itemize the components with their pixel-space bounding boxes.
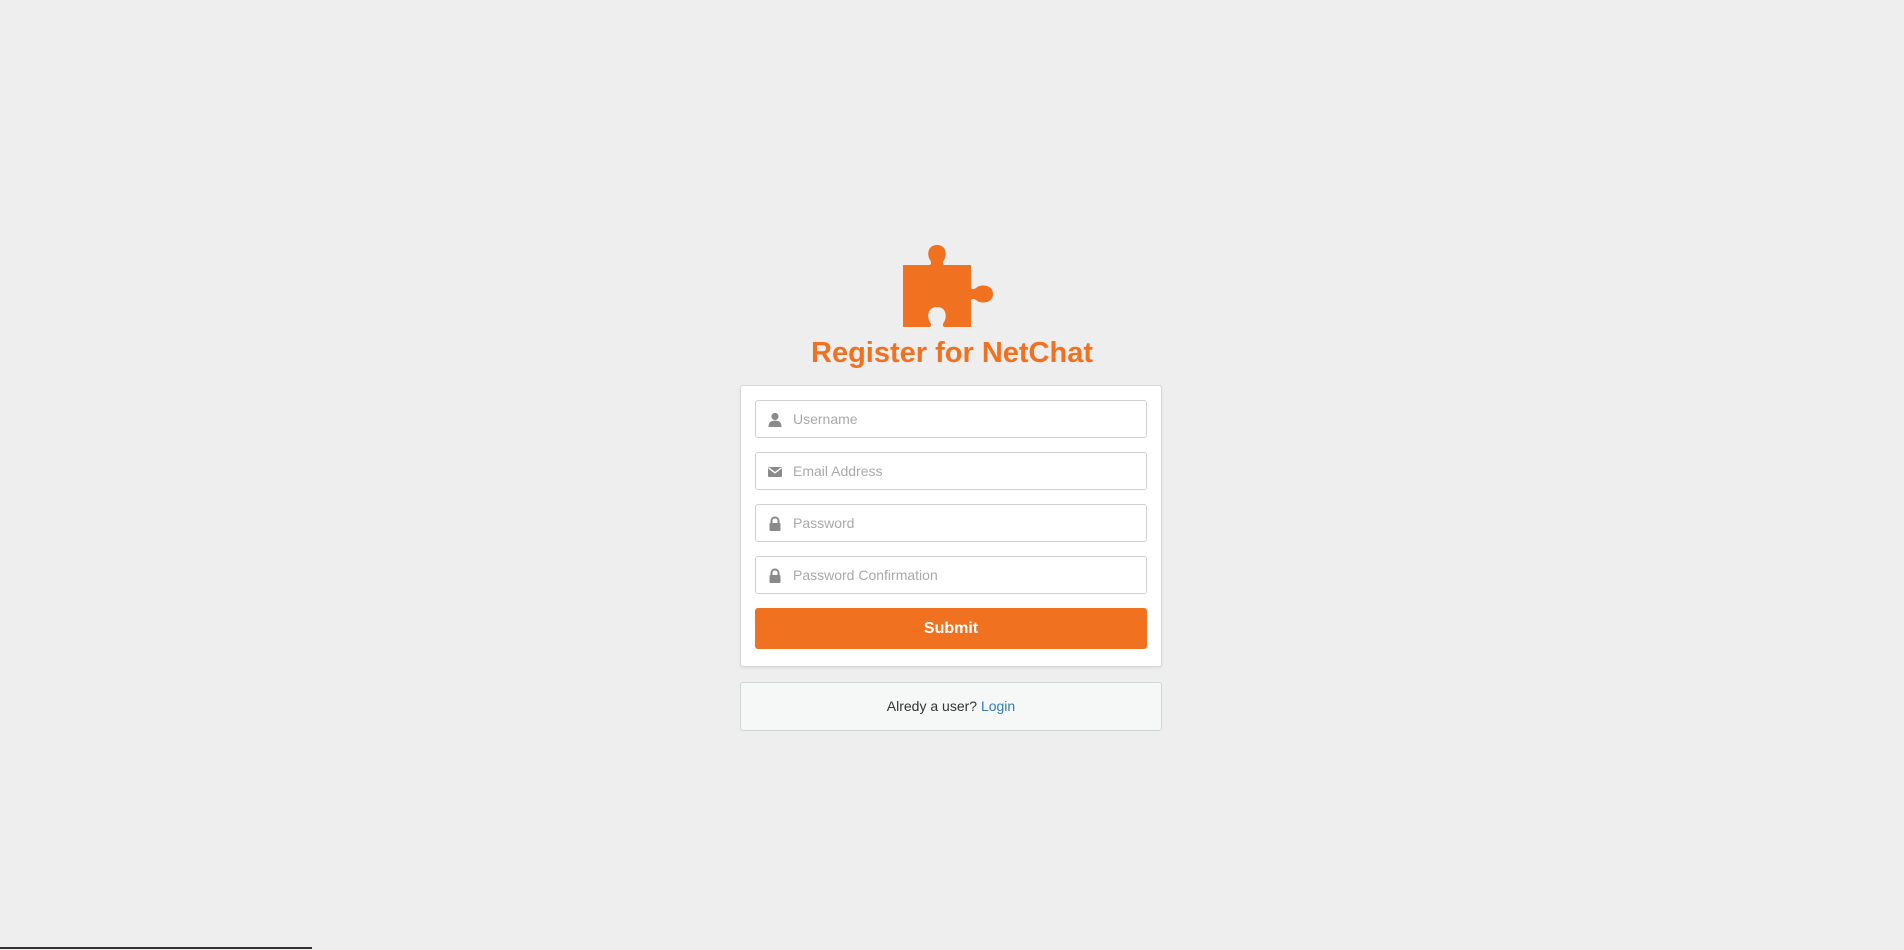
envelope-icon bbox=[768, 467, 782, 477]
user-icon bbox=[768, 412, 782, 427]
password-field bbox=[755, 504, 1147, 542]
register-header: Register for NetChat bbox=[0, 243, 1904, 371]
username-input[interactable] bbox=[793, 401, 1133, 437]
lock-icon bbox=[769, 568, 781, 583]
login-prompt-text: Alredy a user? bbox=[886, 698, 978, 714]
email-input[interactable] bbox=[793, 453, 1133, 489]
bottom-edge-bar bbox=[0, 947, 312, 949]
username-field bbox=[755, 400, 1147, 438]
submit-button[interactable]: Submit bbox=[755, 608, 1147, 649]
password-confirmation-field bbox=[755, 556, 1147, 594]
email-field bbox=[755, 452, 1147, 490]
login-prompt-box: Alredy a user? Login bbox=[740, 682, 1162, 731]
password-confirmation-input[interactable] bbox=[793, 557, 1133, 593]
login-link[interactable]: Login bbox=[981, 698, 1015, 714]
page-title: Register for NetChat bbox=[811, 337, 1093, 369]
register-form: Submit bbox=[740, 385, 1162, 667]
register-page: Register for NetChat Username Email Addr… bbox=[0, 0, 1904, 950]
lock-icon bbox=[769, 516, 781, 531]
puzzle-piece-icon bbox=[903, 245, 993, 327]
password-input[interactable] bbox=[793, 505, 1133, 541]
